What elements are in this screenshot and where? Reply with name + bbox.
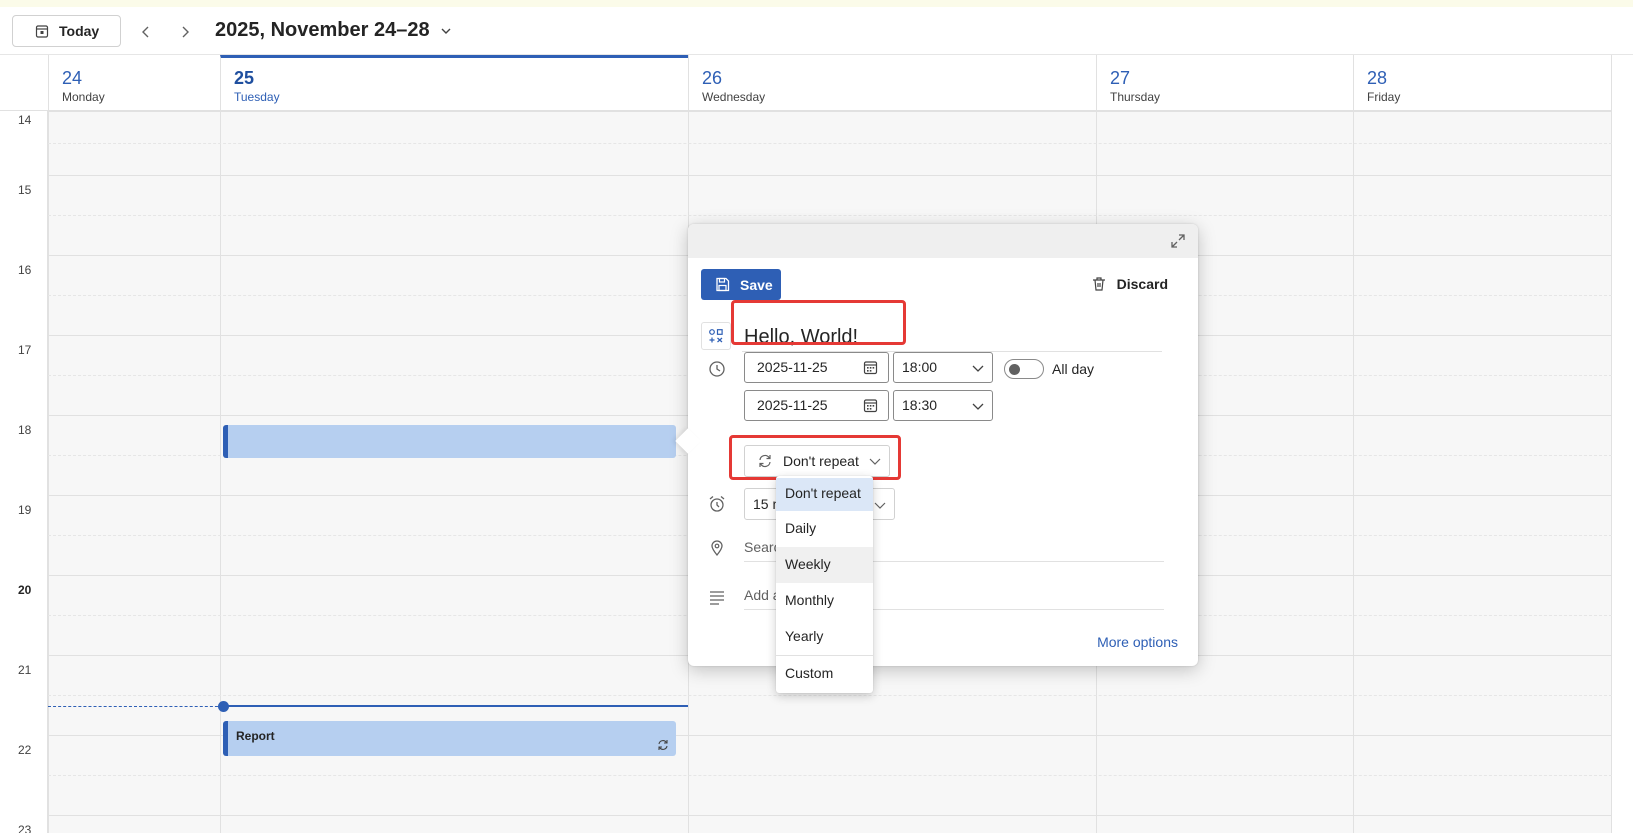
text-lines-icon (710, 591, 724, 605)
event-title: Report (236, 729, 275, 743)
start-time-select[interactable]: 18:00 (893, 352, 993, 383)
hour-label: 23 (18, 823, 32, 833)
hour-line (48, 111, 1612, 112)
day-name: Wednesday (702, 90, 766, 104)
new-event-block[interactable] (223, 425, 676, 458)
hour-line (48, 175, 1612, 176)
chevron-down-icon (874, 502, 886, 509)
popup-header (688, 224, 1198, 258)
event-title (228, 425, 676, 433)
hour-label: 17 (18, 343, 32, 357)
location-pin-icon (711, 540, 723, 557)
hour-label: 20 (18, 583, 32, 597)
repeat-option-monthly[interactable]: Monthly (776, 583, 873, 619)
repeat-option-custom[interactable]: Custom (776, 656, 873, 692)
toggle-knob (1009, 364, 1020, 375)
start-date-field[interactable]: 2025-11-25 (744, 352, 889, 383)
day-column-friday[interactable] (1353, 111, 1612, 833)
chevron-left-icon (142, 26, 149, 38)
category-button[interactable] (701, 322, 731, 350)
repeat-option-weekly[interactable]: Weekly (776, 547, 873, 583)
chevron-down-icon (441, 28, 451, 34)
window-top-strip (0, 0, 1633, 7)
discard-label: Discard (1116, 276, 1168, 292)
repeat-dropdown-menu: Don't repeat Daily Weekly Monthly Yearly… (776, 476, 873, 693)
day-number: 25 (234, 68, 255, 88)
hour-label: 18 (18, 423, 32, 437)
discard-button[interactable]: Discard (1091, 276, 1168, 292)
hour-label: 22 (18, 743, 32, 757)
hour-label: 15 (18, 183, 32, 197)
day-number: 28 (1367, 68, 1388, 88)
all-day-toggle[interactable] (1004, 359, 1044, 379)
half-hour-line (48, 775, 1612, 776)
repeat-option-yearly[interactable]: Yearly (776, 619, 873, 655)
save-icon (716, 277, 730, 292)
hour-label: 14 (18, 113, 32, 127)
calendar-toolbar: Today 2025, November 24–28 (0, 7, 1633, 55)
day-number: 24 (62, 68, 83, 88)
start-time-value: 18:00 (902, 359, 938, 375)
day-header-friday[interactable]: 28 Friday (1353, 55, 1612, 111)
clock-icon (709, 361, 725, 377)
day-header-thursday[interactable]: 27 Thursday (1096, 55, 1353, 111)
end-time-value: 18:30 (902, 397, 938, 413)
alarm-clock-icon (709, 496, 725, 512)
half-hour-line (48, 695, 1612, 696)
all-day-label: All day (1052, 361, 1095, 377)
hour-gutter (0, 111, 48, 833)
save-label: Save (740, 276, 773, 293)
hour-label: 19 (18, 503, 32, 517)
current-time-line-today (223, 705, 688, 707)
end-date-value: 2025-11-25 (757, 397, 828, 413)
day-name: Friday (1367, 90, 1401, 104)
end-date-field[interactable]: 2025-11-25 (744, 390, 889, 421)
chevron-down-icon (972, 403, 984, 410)
date-range-label: 2025, November 24–28 (215, 19, 430, 41)
half-hour-line (48, 143, 1612, 144)
calendar-icon[interactable] (863, 360, 878, 375)
trash-icon (1092, 277, 1105, 291)
day-column-monday[interactable] (48, 111, 220, 833)
day-name: Thursday (1110, 90, 1161, 104)
hour-line (48, 815, 1612, 816)
day-name: Tuesday (234, 90, 280, 104)
day-header-wednesday[interactable]: 26 Wednesday (688, 55, 1096, 111)
more-options-link[interactable]: More options (1097, 634, 1178, 650)
repeat-option-dont-repeat[interactable]: Don't repeat (776, 478, 873, 511)
today-button[interactable]: Today (12, 15, 121, 47)
chevron-right-icon (182, 26, 189, 38)
highlight-box-repeat (729, 435, 901, 480)
current-time-marker (218, 701, 229, 712)
hour-label: 21 (18, 663, 32, 677)
day-header-tuesday[interactable]: 25 Tuesday (220, 55, 688, 111)
quick-event-popup: Save Discard Hello, World! 2025-11-25 18… (675, 224, 1198, 666)
chevron-down-icon (972, 365, 984, 372)
start-date-value: 2025-11-25 (757, 359, 828, 375)
day-number: 27 (1110, 68, 1131, 88)
previous-week-button[interactable] (135, 21, 157, 43)
day-header-monday[interactable]: 24 Monday (48, 55, 220, 111)
date-range-picker[interactable]: 2025, November 24–28 (215, 19, 452, 42)
today-label: Today (59, 23, 100, 39)
half-hour-line (48, 215, 1612, 216)
current-time-line (48, 706, 223, 707)
repeat-icon (658, 740, 668, 750)
report-event[interactable]: Report (223, 721, 676, 756)
day-name: Monday (62, 90, 105, 104)
expand-icon[interactable] (1170, 233, 1186, 249)
repeat-option-daily[interactable]: Daily (776, 511, 873, 547)
calendar-icon[interactable] (863, 398, 878, 413)
next-week-button[interactable] (174, 21, 196, 43)
category-icon (709, 329, 723, 343)
end-time-select[interactable]: 18:30 (893, 390, 993, 421)
hour-label: 16 (18, 263, 32, 277)
highlight-box-title (731, 300, 906, 345)
calendar-today-icon (35, 25, 49, 38)
day-number: 26 (702, 68, 723, 88)
save-button[interactable]: Save (701, 269, 781, 300)
